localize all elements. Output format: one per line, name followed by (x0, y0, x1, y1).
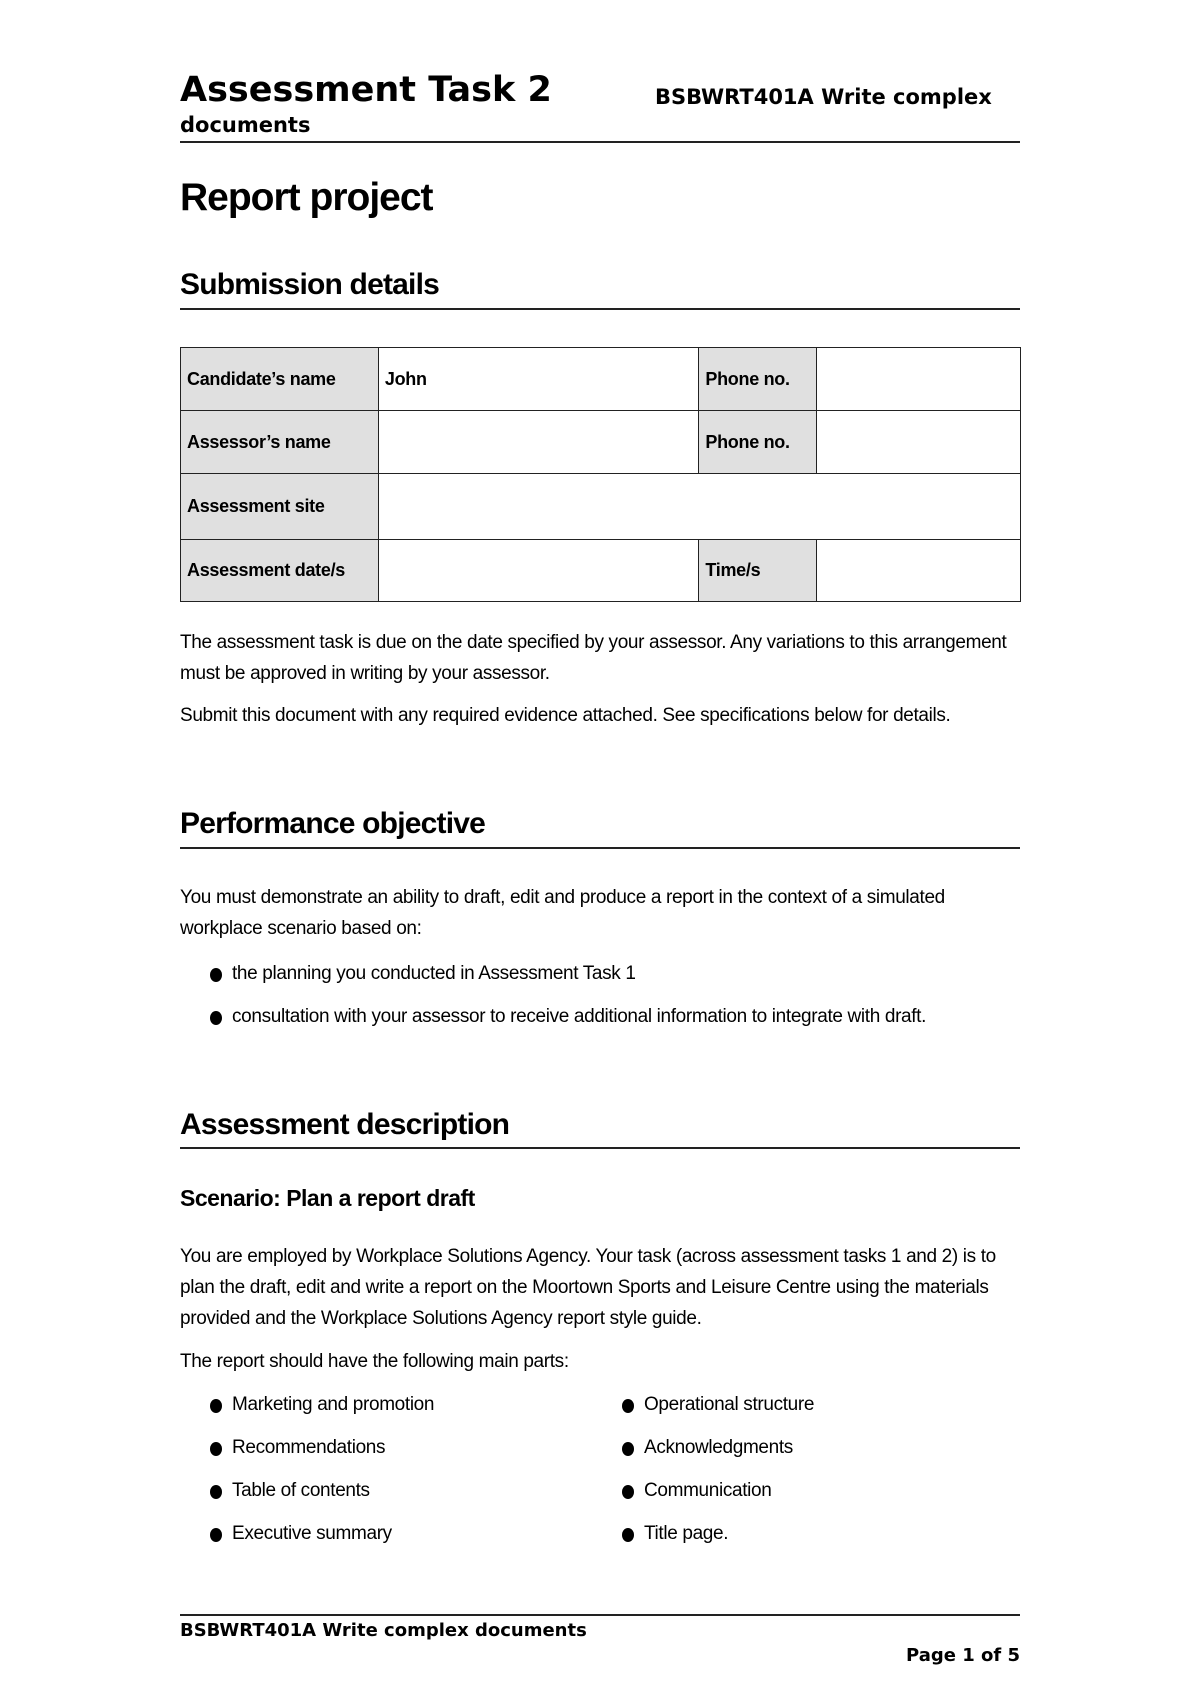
bullet-icon (210, 1399, 222, 1413)
candidate-name-label: Candidate’s name (180, 347, 379, 411)
assessment-date-label: Assessment date/s (180, 539, 379, 602)
report-parts-intro: The report should have the following mai… (180, 1351, 569, 1372)
scenario-paragraph: You are employed by Workplace Solutions … (180, 1246, 996, 1329)
header-rule (180, 141, 1020, 143)
assessor-phone-field[interactable] (816, 410, 1021, 474)
assessment-time-label: Time/s (698, 539, 818, 602)
page-number: Page 1 of 5 (906, 1645, 1020, 1666)
footer-rule (180, 1614, 1020, 1616)
submit-paragraph: Submit this document with any required e… (180, 705, 951, 726)
footer-unit-name: BSBWRT401A Write complex documents (180, 1620, 587, 1641)
due-date-paragraph: The assessment task is due on the date s… (180, 632, 1007, 684)
assessment-site-label: Assessment site (180, 473, 379, 540)
table-row: Candidate’s name John Phone no. (180, 347, 1021, 411)
header-title: Assessment Task 2 (180, 70, 552, 110)
assessment-site-field[interactable] (377, 473, 1022, 540)
section-rule (180, 847, 1020, 849)
candidate-phone-label: Phone no. (698, 347, 818, 411)
bullet-icon (210, 1011, 222, 1025)
bullet-icon (210, 1528, 222, 1542)
assessor-phone-label: Phone no. (698, 410, 818, 474)
candidate-phone-field[interactable] (816, 347, 1021, 411)
table-row: Assessment date/s Time/s (180, 539, 1021, 602)
bullet-icon (210, 1442, 222, 1456)
assessor-name-field[interactable] (377, 410, 700, 474)
assessor-name-label: Assessor’s name (180, 410, 379, 474)
assessment-date-field[interactable] (377, 539, 700, 602)
assessment-time-field[interactable] (816, 539, 1021, 602)
bullet-icon (210, 968, 222, 982)
section-heading-performance: Performance objective (180, 807, 486, 840)
bullet-icon (622, 1442, 634, 1456)
section-heading-description: Assessment description (180, 1108, 510, 1141)
section-rule (180, 308, 1020, 310)
candidate-name-field[interactable]: John (377, 347, 700, 411)
header-unit-name-continued: documents (180, 113, 311, 137)
bullet-icon (622, 1485, 634, 1499)
section-rule (180, 1147, 1020, 1149)
bullet-icon (210, 1485, 222, 1499)
scenario-subheading: Scenario: Plan a report draft (180, 1185, 475, 1211)
submission-details-table: Candidate’s name John Phone no. Assessor… (180, 347, 1022, 602)
document-page: Assessment Task 2 BSBWRT401A Write compl… (0, 0, 1200, 1697)
bullet-icon (622, 1528, 634, 1542)
table-row: Assessor’s name Phone no. (180, 410, 1021, 474)
header-unit-name: BSBWRT401A Write complex (655, 85, 992, 109)
bullet-icon (622, 1399, 634, 1413)
table-row: Assessment site (180, 473, 1022, 540)
performance-intro: You must demonstrate an ability to draft… (180, 887, 945, 939)
page-title: Report project (180, 176, 434, 219)
section-heading-submission: Submission details (180, 268, 440, 301)
